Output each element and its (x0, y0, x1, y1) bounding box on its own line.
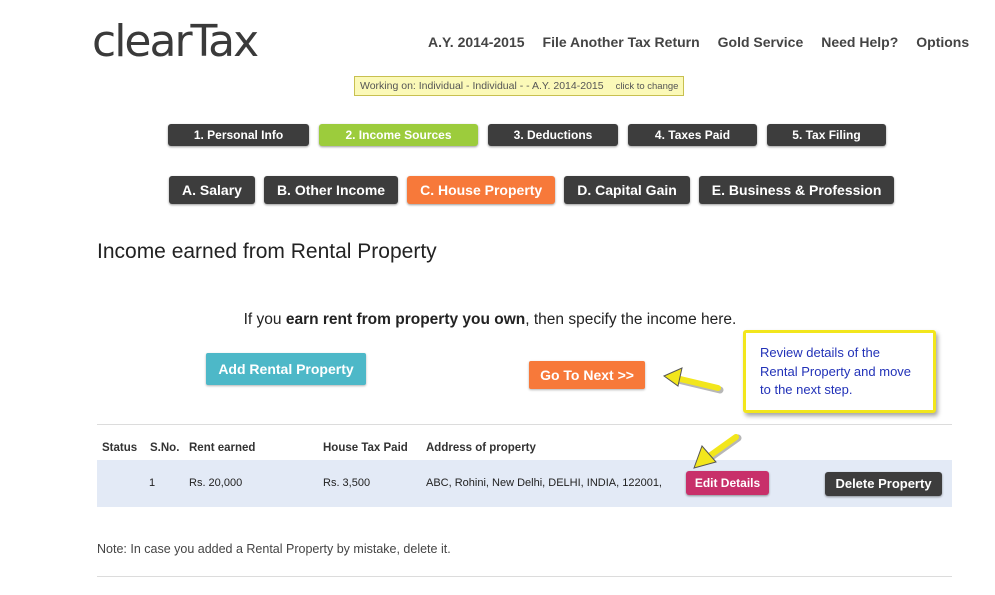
working-on-text: Working on: Individual - Individual - - … (360, 80, 604, 92)
intro-bold: earn rent from property you own (285, 311, 526, 328)
header-house-tax-paid: House Tax Paid (323, 442, 408, 454)
yellow-arrow-icon (693, 434, 742, 469)
review-callout: Review details of the Rental Property an… (743, 330, 936, 413)
mistake-note: Note: In case you added a Rental Propert… (97, 542, 451, 556)
step-income-sources[interactable]: 2. Income Sources (319, 124, 478, 146)
header-address: Address of property (426, 442, 536, 454)
step-deductions[interactable]: 3. Deductions (488, 124, 618, 146)
step-tabs: 1. Personal Info 2. Income Sources 3. De… (168, 124, 886, 146)
page-title: Income earned from Rental Property (97, 240, 437, 263)
table-header: Status S.No. Rent earned House Tax Paid … (97, 442, 952, 458)
header-rent-earned: Rent earned (189, 442, 256, 454)
tab-business-profession[interactable]: E. Business & Profession (698, 176, 895, 204)
tab-capital-gain[interactable]: D. Capital Gain (564, 176, 690, 204)
working-on-banner: Working on: Individual - Individual - - … (354, 76, 685, 96)
yellow-arrow-icon (662, 367, 724, 394)
row-house-tax: Rs. 3,500 (323, 477, 371, 489)
top-nav: A.Y. 2014-2015 File Another Tax Return G… (428, 34, 969, 50)
tab-house-property[interactable]: C. House Property (407, 176, 556, 204)
intro-suffix: , then specify the income here. (525, 311, 737, 328)
click-to-change-link[interactable]: click to change (616, 81, 679, 92)
tab-salary[interactable]: A. Salary (169, 176, 255, 204)
add-rental-property-button[interactable]: Add Rental Property (206, 353, 366, 385)
row-address: ABC, Rohini, New Delhi, DELHI, INDIA, 12… (426, 477, 662, 489)
step-personal-info[interactable]: 1. Personal Info (168, 124, 309, 146)
table-top-divider (97, 424, 952, 425)
nav-options[interactable]: Options (916, 34, 969, 50)
step-tax-filing[interactable]: 5. Tax Filing (767, 124, 886, 146)
nav-gold-service[interactable]: Gold Service (718, 34, 804, 50)
tab-other-income[interactable]: B. Other Income (263, 176, 399, 204)
edit-details-button[interactable]: Edit Details (686, 471, 769, 495)
delete-property-button[interactable]: Delete Property (825, 472, 942, 496)
header-sno: S.No. (150, 442, 180, 454)
header-status: Status (102, 442, 138, 454)
nav-assessment-year[interactable]: A.Y. 2014-2015 (428, 34, 525, 50)
cleartax-logo[interactable]: clearTax (92, 16, 259, 67)
income-subtabs: A. Salary B. Other Income C. House Prope… (169, 176, 895, 204)
intro-prefix: If you (243, 311, 286, 328)
table-row: 1 Rs. 20,000 Rs. 3,500 ABC, Rohini, New … (97, 460, 952, 507)
nav-file-another-return[interactable]: File Another Tax Return (543, 34, 700, 50)
nav-need-help[interactable]: Need Help? (821, 34, 898, 50)
intro-text: If you earn rent from property you own, … (0, 311, 980, 329)
row-sno: 1 (149, 477, 156, 489)
bottom-divider (97, 576, 952, 577)
row-rent: Rs. 20,000 (189, 477, 243, 489)
step-taxes-paid[interactable]: 4. Taxes Paid (628, 124, 757, 146)
go-to-next-button[interactable]: Go To Next >> (529, 361, 645, 389)
